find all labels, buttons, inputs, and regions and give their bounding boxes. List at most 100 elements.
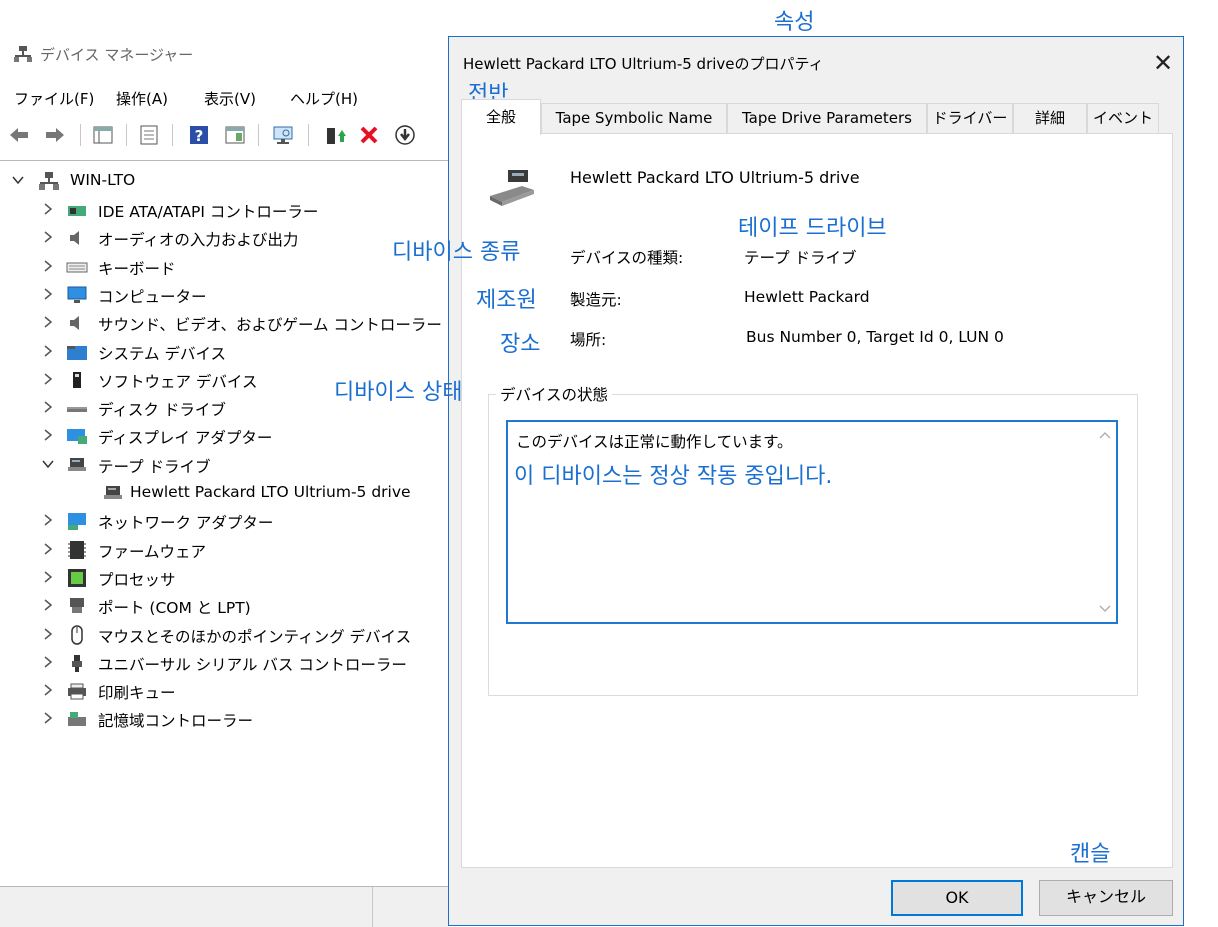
chevron-right-icon[interactable]	[42, 597, 54, 611]
system-folder-icon	[66, 342, 88, 362]
update-driver-icon[interactable]	[138, 124, 160, 146]
tree-item-label: Hewlett Packard LTO Ultrium-5 drive	[130, 483, 411, 501]
tree-category-item[interactable]: キーボード	[42, 255, 442, 281]
tree-category-item[interactable]: システム デバイス	[42, 340, 442, 366]
tab-tape-symbolic-name[interactable]: Tape Symbolic Name	[541, 103, 727, 133]
uninstall-x-icon[interactable]	[358, 124, 380, 146]
tree-category-item[interactable]: ネットワーク アダプター	[42, 509, 442, 535]
location-value: Bus Number 0, Target Id 0, LUN 0	[746, 328, 1004, 346]
tree-category-item[interactable]: ポート (COM と LPT)	[42, 594, 442, 620]
tree-item-label: コンピューター	[98, 287, 207, 306]
tree-category-item[interactable]: 印刷キュー	[42, 679, 442, 705]
tree-category-item[interactable]: IDE ATA/ATAPI コントローラー	[42, 198, 442, 224]
chevron-right-icon[interactable]	[42, 626, 54, 640]
chevron-right-icon[interactable]	[42, 314, 54, 328]
device-manager-title-text: デバイス マネージャー	[40, 46, 194, 64]
keyboard-icon	[66, 257, 88, 277]
annotation-tape-drive: 테이프 드라이브	[738, 216, 887, 241]
scan-hardware-icon[interactable]	[272, 124, 294, 146]
tape-drive-icon	[102, 483, 124, 503]
action-view-icon[interactable]	[224, 124, 246, 146]
chevron-right-icon[interactable]	[42, 258, 54, 272]
device-type-label: デバイスの種類:	[570, 249, 684, 267]
tab-driver[interactable]: ドライバー	[927, 103, 1013, 133]
chevron-right-icon[interactable]	[42, 371, 54, 385]
tab-details[interactable]: 詳細	[1013, 103, 1087, 133]
properties-grid-icon[interactable]	[92, 124, 114, 146]
chevron-right-icon[interactable]	[42, 541, 54, 555]
tab-events[interactable]: イベント	[1087, 103, 1159, 133]
tree-item-label: オーディオの入力および出力	[98, 231, 299, 250]
forward-arrow-icon[interactable]	[44, 124, 66, 146]
device-tree: WIN-LTO IDE ATA/ATAPI コントローラー オーディオの入力および…	[0, 160, 449, 887]
tree-item-label: ネットワーク アダプター	[98, 514, 274, 533]
ok-button[interactable]: OK	[891, 880, 1023, 916]
menu-help[interactable]: ヘルプ(H)	[290, 88, 358, 109]
tree-device-item[interactable]: Hewlett Packard LTO Ultrium-5 drive	[102, 481, 442, 507]
tree-root[interactable]: WIN-LTO	[12, 169, 432, 195]
tree-item-label: プロセッサ	[98, 570, 176, 589]
chevron-down-icon[interactable]	[42, 456, 54, 468]
processor-icon	[66, 568, 88, 588]
tab-general[interactable]: 全般	[461, 99, 541, 135]
chevron-right-icon[interactable]	[42, 427, 54, 441]
monitor-icon	[66, 285, 88, 305]
tree-item-label: サウンド、ビデオ、およびゲーム コントローラー	[98, 316, 442, 335]
chevron-right-icon[interactable]	[42, 512, 54, 526]
tree-category-item[interactable]: マウスとそのほかのポインティング デバイス	[42, 623, 442, 649]
tree-category-item[interactable]: コンピューター	[42, 283, 442, 309]
tree-category-item[interactable]: 記憶域コントローラー	[42, 707, 442, 733]
device-name: Hewlett Packard LTO Ultrium-5 drive	[570, 168, 860, 187]
printer-icon	[66, 681, 88, 701]
tree-item-label: ポート (COM と LPT)	[98, 599, 251, 618]
menu-action[interactable]: 操作(A)	[116, 88, 168, 109]
chevron-down-icon[interactable]	[12, 172, 24, 185]
usb-icon	[66, 653, 88, 673]
speaker-icon	[66, 228, 88, 248]
device-status-textbox[interactable]: このデバイスは正常に動作しています。	[506, 420, 1118, 624]
tree-category-item[interactable]: ファームウェア	[42, 538, 442, 564]
device-status-text: このデバイスは正常に動作しています。	[516, 433, 793, 451]
tree-category-item[interactable]: テープ ドライブ	[42, 453, 442, 479]
storage-controller-icon	[66, 709, 88, 729]
chevron-right-icon[interactable]	[42, 201, 54, 215]
chevron-right-icon[interactable]	[42, 654, 54, 668]
port-icon	[66, 596, 88, 616]
chevron-right-icon[interactable]	[42, 229, 54, 243]
cancel-button[interactable]: キャンセル	[1039, 880, 1173, 916]
tree-item-label: IDE ATA/ATAPI コントローラー	[98, 203, 319, 221]
manufacturer-value: Hewlett Packard	[744, 288, 870, 306]
chevron-right-icon[interactable]	[42, 682, 54, 696]
firmware-chip-icon	[66, 540, 88, 560]
menu-view[interactable]: 表示(V)	[204, 88, 256, 109]
device-status-legend: デバイスの状態	[496, 383, 613, 405]
chevron-right-icon[interactable]	[42, 343, 54, 357]
tab-tape-drive-parameters[interactable]: Tape Drive Parameters	[727, 103, 927, 133]
annotation-device-status: 디바이스 상태	[334, 380, 463, 405]
close-icon[interactable]: ✕	[1149, 49, 1177, 77]
chevron-right-icon[interactable]	[42, 569, 54, 583]
chevron-right-icon[interactable]	[42, 710, 54, 724]
help-icon[interactable]: ?	[188, 124, 210, 146]
disk-drive-icon	[66, 398, 88, 418]
tape-drive-large-icon	[488, 168, 536, 212]
device-manager-icon	[14, 46, 32, 62]
chevron-right-icon[interactable]	[42, 286, 54, 300]
mouse-icon	[66, 624, 88, 645]
back-arrow-icon[interactable]	[8, 124, 30, 146]
network-adapter-icon	[66, 511, 88, 531]
tree-category-item[interactable]: オーディオの入力および出力	[42, 226, 442, 252]
tree-category-item[interactable]: ユニバーサル シリアル バス コントローラー	[42, 651, 442, 677]
computer-network-icon	[38, 171, 60, 191]
tree-item-label: キーボード	[98, 259, 176, 278]
enable-device-icon[interactable]	[324, 124, 346, 146]
tree-category-item[interactable]: プロセッサ	[42, 566, 442, 592]
menu-file[interactable]: ファイル(F)	[14, 88, 94, 109]
chevron-right-icon[interactable]	[42, 399, 54, 413]
tree-category-item[interactable]: サウンド、ビデオ、およびゲーム コントローラー	[42, 311, 442, 337]
tape-drive-icon	[66, 455, 88, 475]
status-scrollbar[interactable]	[1094, 422, 1116, 622]
disable-device-icon[interactable]	[394, 124, 416, 146]
tree-category-item[interactable]: ディスプレイ アダプター	[42, 424, 442, 450]
annotation-properties: 속성	[774, 10, 815, 35]
